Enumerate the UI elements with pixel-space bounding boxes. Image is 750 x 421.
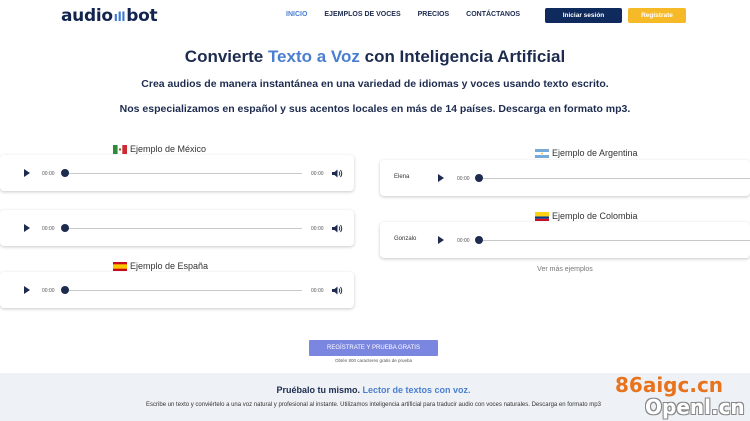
progress-handle[interactable] xyxy=(61,286,69,294)
audio-player-argentina[interactable]: Elena 00:00 xyxy=(380,160,750,196)
progress-track[interactable] xyxy=(479,239,750,241)
colombia-flag-icon xyxy=(535,211,549,221)
time-current: 00:00 xyxy=(457,238,470,244)
spain-flag-icon xyxy=(113,261,127,271)
main-nav: INICIO EJEMPLOS DE VOCES PRECIOS CONTÁCT… xyxy=(286,11,537,18)
progress-track[interactable] xyxy=(64,289,302,291)
sample-title-colombia-label: Ejemplo de Colombia xyxy=(552,211,638,221)
nav-ejemplos[interactable]: EJEMPLOS DE VOCES xyxy=(324,11,400,18)
watermark-line-1: 86aigc.cn xyxy=(615,373,724,397)
sample-title-argentina-label: Ejemplo de Argentina xyxy=(552,148,638,158)
volume-icon[interactable] xyxy=(332,169,343,178)
sample-title-mexico-label: Ejemplo de México xyxy=(130,144,207,154)
logo-text-audio: audio xyxy=(61,6,113,26)
audio-player-mexico-2[interactable]: 00:00 00:00 xyxy=(0,210,354,246)
play-icon[interactable] xyxy=(438,236,444,244)
play-icon[interactable] xyxy=(24,169,30,177)
title-pre: Convierte xyxy=(184,47,268,66)
title-highlight: Texto a Voz xyxy=(267,47,360,66)
watermark-line-2: Openl.cn xyxy=(645,395,745,419)
progress-handle[interactable] xyxy=(475,174,483,182)
mexico-flag-icon xyxy=(113,144,127,154)
progress-track[interactable] xyxy=(479,177,750,179)
progress-track[interactable] xyxy=(64,227,302,229)
sample-title-colombia: Ejemplo de Colombia xyxy=(535,211,638,221)
sample-title-mexico: Ejemplo de México xyxy=(113,144,206,154)
volume-icon[interactable] xyxy=(332,224,343,233)
logo-text-bot: bot xyxy=(126,6,158,26)
page-title: Convierte Texto a Voz con Inteligencia A… xyxy=(0,47,750,67)
hero-line-1: Crea audios de manera instantánea en una… xyxy=(141,78,609,90)
try-it-title-pre: Pruébalo tu mismo. xyxy=(276,385,363,395)
volume-icon[interactable] xyxy=(332,286,343,295)
play-icon[interactable] xyxy=(438,174,444,182)
time-current: 00:00 xyxy=(42,288,55,294)
sound-wave-icon: ıll xyxy=(113,10,126,24)
sample-title-espana-label: Ejemplo de España xyxy=(130,261,209,271)
sample-title-espana: Ejemplo de España xyxy=(113,261,208,271)
time-total: 00:00 xyxy=(311,171,324,177)
title-post: con Inteligencia Artificial xyxy=(359,47,566,66)
progress-handle[interactable] xyxy=(61,169,69,177)
progress-handle[interactable] xyxy=(475,236,483,244)
register-button[interactable]: Registrate xyxy=(628,8,686,23)
play-icon[interactable] xyxy=(24,286,30,294)
text-reader-link[interactable]: Lector de textos con voz. xyxy=(362,385,470,395)
argentina-flag-icon xyxy=(535,148,549,158)
audio-player-mexico[interactable]: 00:00 00:00 xyxy=(0,155,354,191)
audio-player-colombia[interactable]: Gonzalo 00:00 xyxy=(380,222,750,258)
more-examples-link[interactable]: Ver más ejemplos xyxy=(380,266,750,273)
progress-handle[interactable] xyxy=(61,224,69,232)
time-current: 00:00 xyxy=(42,226,55,232)
progress-track[interactable] xyxy=(64,172,302,174)
try-it-description: Escribe un texto y conviértelo a una voz… xyxy=(146,402,601,408)
nav-contacto[interactable]: CONTÁCTANOS xyxy=(466,11,520,18)
audio-player-espana[interactable]: 00:00 00:00 xyxy=(0,272,354,308)
register-free-button[interactable]: REGÍSTRATE Y PRUEBA GRATIS xyxy=(309,340,438,356)
time-current: 00:00 xyxy=(42,171,55,177)
login-button[interactable]: Iniciar sesión xyxy=(545,8,622,23)
time-total: 00:00 xyxy=(311,288,324,294)
logo[interactable]: audioıllbot xyxy=(61,6,158,26)
voice-name: Gonzalo xyxy=(394,236,417,242)
cta-note: Obtén 800 caracteres gratis de prueba xyxy=(334,358,413,363)
nav-inicio[interactable]: INICIO xyxy=(286,11,307,18)
play-icon[interactable] xyxy=(24,224,30,232)
time-total: 00:00 xyxy=(311,226,324,232)
time-current: 00:00 xyxy=(457,176,470,182)
voice-name: Elena xyxy=(394,174,410,180)
sample-title-argentina: Ejemplo de Argentina xyxy=(535,148,638,158)
nav-precios[interactable]: PRECIOS xyxy=(418,11,450,18)
hero-line-2: Nos especializamos en español y sus acen… xyxy=(119,103,631,115)
